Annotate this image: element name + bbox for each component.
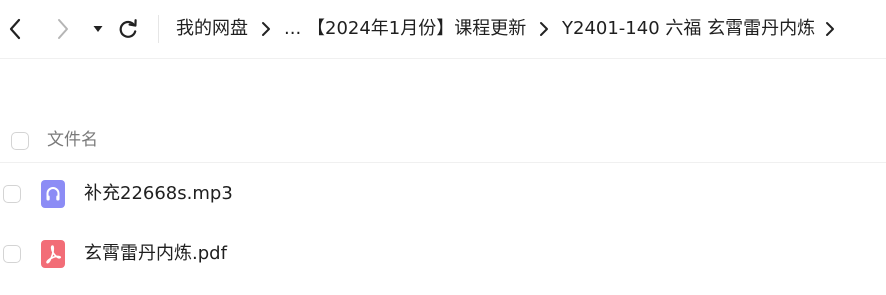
file-row[interactable]: 玄霄雷丹内炼.pdf [0, 226, 886, 282]
breadcrumb-item-root[interactable]: 我的网盘 [176, 15, 248, 43]
breadcrumb-item-folder[interactable]: 【2024年1月份】课程更新 [307, 15, 526, 43]
chevron-right-icon [260, 21, 272, 37]
file-name[interactable]: 玄霄雷丹内炼.pdf [84, 241, 227, 267]
chevron-right-icon [56, 18, 70, 40]
nav-divider [158, 15, 159, 43]
forward-button[interactable] [48, 14, 78, 44]
refresh-button[interactable] [113, 14, 143, 44]
breadcrumb-item-current[interactable]: Y2401-140 六福 玄霄雷丹内炼 [562, 15, 815, 43]
select-all-checkbox[interactable] [11, 132, 29, 150]
file-list-header: 文件名 [0, 118, 886, 163]
breadcrumb-item-ellipsis[interactable]: ... [284, 15, 301, 43]
history-dropdown-button[interactable] [83, 14, 113, 44]
chevron-left-icon [8, 18, 22, 40]
pdf-file-icon [41, 240, 65, 268]
audio-file-icon [41, 180, 65, 208]
caret-down-icon [92, 24, 104, 34]
chevron-right-icon [824, 21, 836, 37]
column-header-filename[interactable]: 文件名 [47, 128, 98, 152]
refresh-icon [117, 18, 139, 40]
file-checkbox[interactable] [3, 185, 21, 203]
file-name[interactable]: 补充22668s.mp3 [84, 181, 233, 207]
file-checkbox[interactable] [3, 245, 21, 263]
file-row[interactable]: 补充22668s.mp3 [0, 166, 886, 222]
chevron-right-icon [538, 21, 550, 37]
back-button[interactable] [0, 14, 30, 44]
navigation-bar: 我的网盘 ... 【2024年1月份】课程更新 Y2401-140 六福 玄霄雷… [0, 0, 886, 59]
